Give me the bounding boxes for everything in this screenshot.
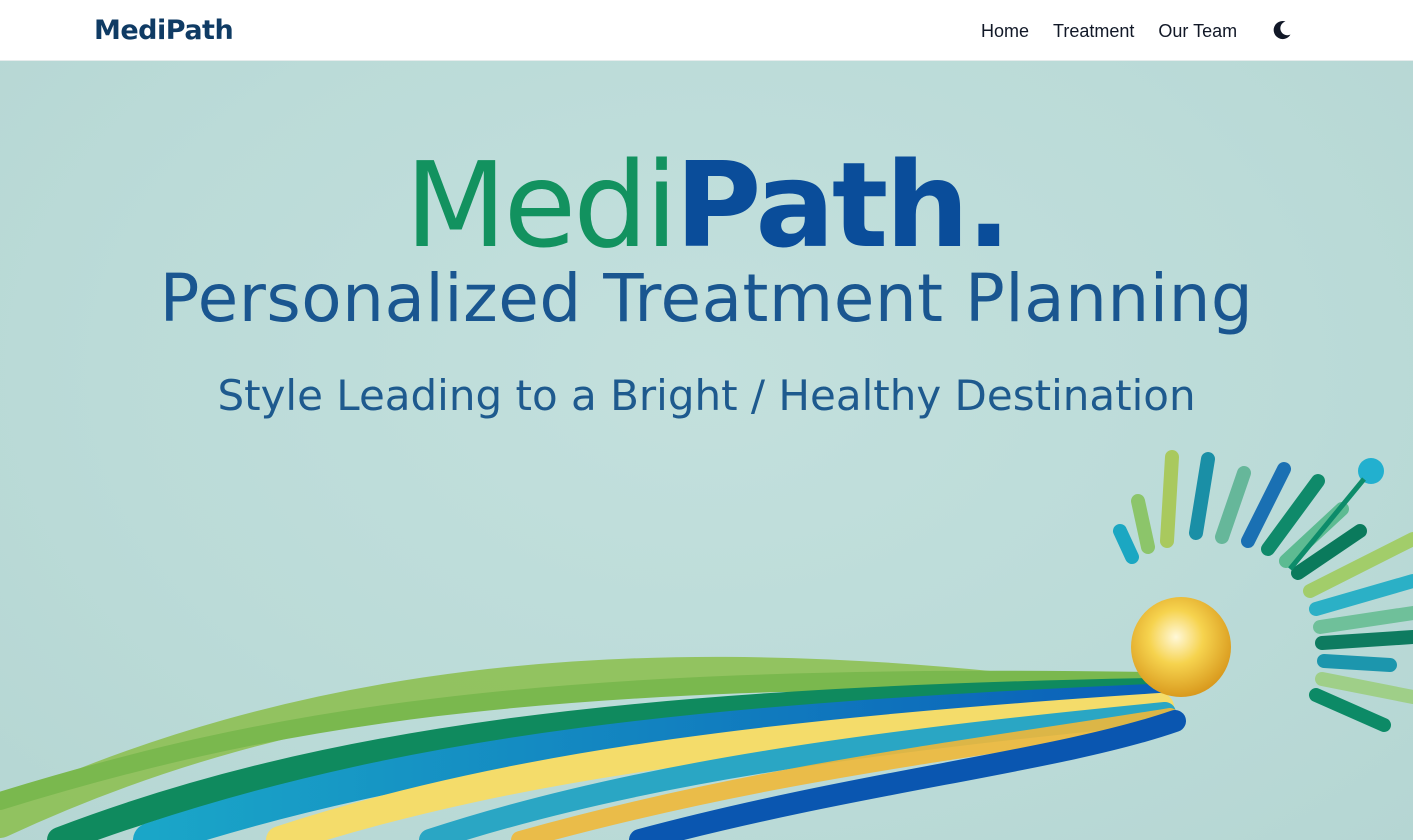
hero-logo-dot: . xyxy=(966,136,1011,274)
path-ribbons xyxy=(0,656,1186,840)
theme-toggle-button[interactable] xyxy=(1271,19,1293,41)
hero-logo: MediPath. xyxy=(0,141,1413,269)
nav-links: Home Treatment Our Team xyxy=(981,19,1237,43)
hero-banner: MediPath. Personalized Treatment Plannin… xyxy=(0,61,1413,840)
moon-icon xyxy=(1273,21,1291,40)
hero-logo-path: Path xyxy=(674,136,969,274)
top-navbar: MediPath Home Treatment Our Team xyxy=(0,0,1413,61)
nav-link-home[interactable]: Home xyxy=(981,19,1029,43)
sun-orb xyxy=(1131,597,1231,697)
hero-logo-medi: Medi xyxy=(404,136,678,274)
hero-subtitle: Style Leading to a Bright / Healthy Dest… xyxy=(217,371,1196,420)
brand-logo-link[interactable]: MediPath xyxy=(94,13,234,49)
hero-title: Personalized Treatment Planning xyxy=(159,260,1254,337)
nav-link-our-team[interactable]: Our Team xyxy=(1158,19,1237,43)
nav-link-treatment[interactable]: Treatment xyxy=(1053,19,1134,43)
